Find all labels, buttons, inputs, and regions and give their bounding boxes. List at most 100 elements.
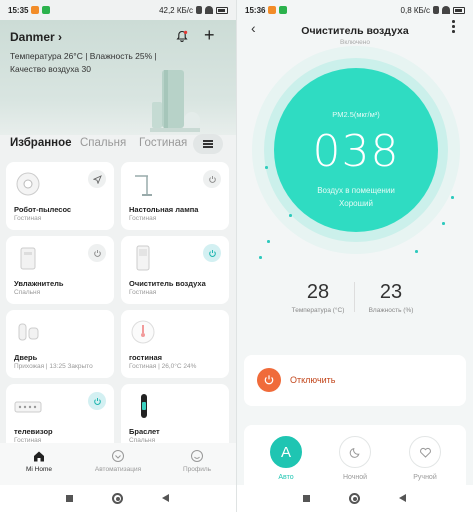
system-nav-bar (0, 485, 236, 512)
home-button[interactable] (349, 493, 360, 504)
mi-home-screen: 15:35 42,2 КБ/с Danmer › + Температура 2… (0, 0, 236, 512)
screenshot-root: 15:35 42,2 КБ/с Danmer › + Температура 2… (0, 0, 473, 512)
air-purifier-screen: 15:36 0,8 КБ/с ‹ Очиститель воздуха Вклю… (237, 0, 473, 512)
mode-label: Ручной (413, 474, 437, 481)
nav-profile[interactable]: Профиль (158, 449, 236, 473)
rooms-menu-button[interactable] (193, 134, 223, 154)
device-name: Очиститель воздуха (129, 279, 206, 288)
back-button[interactable] (399, 494, 406, 502)
tab-living-room[interactable]: Гостиная (139, 137, 187, 149)
status-time: 15:35 (8, 5, 29, 15)
page-title: Очиститель воздуха (301, 25, 409, 37)
tab-favorites[interactable]: Избранное (10, 137, 72, 149)
automation-icon (112, 450, 124, 462)
add-device-button[interactable]: + (204, 26, 215, 44)
mode-manual-button[interactable]: Ручной (395, 436, 455, 481)
desk-lamp-icon (135, 175, 152, 196)
humidity-stat: 23 Влажность (%) (351, 281, 431, 314)
device-room: Гостиная | 26,0°C 24% (129, 363, 197, 370)
device-room: Спальня (14, 289, 41, 296)
bottom-nav: Mi Home Автоматизация Профиль (0, 443, 236, 485)
system-nav-bar (237, 485, 473, 512)
power-button[interactable] (88, 392, 106, 410)
particle-dot (415, 250, 418, 253)
device-card-living-room-sensor[interactable]: гостиная Гостиная | 26,0°C 24% (121, 310, 229, 378)
mode-night-button[interactable]: Ночной (325, 436, 385, 481)
device-card-door[interactable]: Дверь Прихожая | 13:25 Закрыто (6, 310, 114, 378)
device-name: Браслет (129, 427, 160, 436)
power-off-button[interactable] (257, 368, 281, 392)
chevron-right-icon: › (58, 30, 63, 44)
device-state: Включено (340, 39, 370, 46)
back-button[interactable] (162, 494, 169, 502)
net-speed: 0,8 КБ/с (400, 5, 430, 15)
power-off-card[interactable]: Отключить (244, 355, 466, 406)
nav-mi-home[interactable]: Mi Home (0, 449, 78, 473)
app-notify-icon (268, 6, 277, 14)
power-icon (208, 175, 216, 183)
humidity-value: 23 (379, 281, 403, 303)
temperature-stat: 28 Температура (°C) (278, 281, 358, 314)
bell-icon[interactable] (176, 30, 188, 42)
particle-dot (267, 240, 270, 243)
mode-label: Авто (278, 474, 294, 481)
battery-icon (453, 6, 465, 14)
device-card-desk-lamp[interactable]: Настольная лампа Гостиная (121, 162, 229, 230)
humidifier-icon (20, 247, 36, 270)
signal-icon (433, 6, 439, 14)
humidity-label: Влажность (%) (368, 307, 414, 314)
tab-bedroom[interactable]: Спальня (80, 137, 126, 149)
home-button[interactable] (112, 493, 123, 504)
send-icon (92, 174, 102, 184)
device-name: Дверь (14, 353, 38, 362)
pm25-value: 038 (312, 126, 400, 177)
temperature-value: 28 (306, 281, 330, 303)
more-options-icon[interactable] (452, 20, 455, 34)
device-card-humidifier[interactable]: Увлажнитель Спальня (6, 236, 114, 304)
thermometer-icon (131, 320, 155, 344)
power-off-label: Отключить (290, 375, 336, 385)
app-notify-icon (31, 6, 40, 14)
recents-button[interactable] (66, 495, 73, 502)
power-button[interactable] (88, 244, 106, 262)
recents-button[interactable] (303, 495, 310, 502)
device-card-tv[interactable]: телевизор Гостиная (6, 384, 114, 452)
nav-label: Автоматизация (94, 466, 142, 473)
device-room: Прихожая | 13:25 Закрыто (14, 363, 93, 370)
wifi-icon (442, 6, 450, 14)
power-button[interactable] (203, 170, 221, 188)
power-icon (208, 249, 216, 257)
battery-icon (216, 6, 228, 14)
device-name: Робот-пылесос (14, 205, 72, 214)
tv-remote-icon (14, 401, 42, 413)
phone-icon (279, 6, 288, 14)
particle-dot (289, 214, 292, 217)
fitness-band-icon (141, 394, 147, 418)
home-selector[interactable]: Danmer › (10, 30, 62, 44)
pm25-gauge: PM2.5(мкг/м³) 038 Воздух в помещении Хор… (274, 68, 438, 232)
nav-automation[interactable]: Автоматизация (79, 449, 157, 473)
send-button[interactable] (88, 170, 106, 188)
phone-icon (42, 6, 51, 14)
signal-icon (196, 6, 202, 14)
nav-label: Mi Home (25, 466, 52, 473)
air-purifier-icon (136, 245, 150, 271)
device-card-fitness-band[interactable]: Браслет Спальня (121, 384, 229, 452)
pm25-label: PM2.5(мкг/м³) (332, 110, 380, 119)
device-card-robot-vacuum[interactable]: Робот-пылесос Гостиная (6, 162, 114, 230)
room-tabs: Избранное Спальня Гостиная (0, 134, 236, 156)
heart-icon (419, 447, 431, 458)
power-icon (264, 375, 274, 385)
temperature-label: Температура (°C) (291, 307, 345, 314)
purifier-illustration (150, 70, 200, 132)
status-time: 15:36 (245, 5, 266, 15)
moon-icon (349, 447, 360, 458)
wifi-icon (205, 6, 213, 14)
power-button[interactable] (203, 244, 221, 262)
device-card-air-purifier[interactable]: Очиститель воздуха Гостиная (121, 236, 229, 304)
power-icon (93, 249, 101, 257)
home-climate-info: Температура 26°C | Влажность 25% | Качес… (10, 51, 157, 74)
device-room: Гостиная (129, 289, 157, 296)
mode-auto-button[interactable]: A Авто (256, 436, 316, 481)
menu-icon (203, 143, 213, 145)
